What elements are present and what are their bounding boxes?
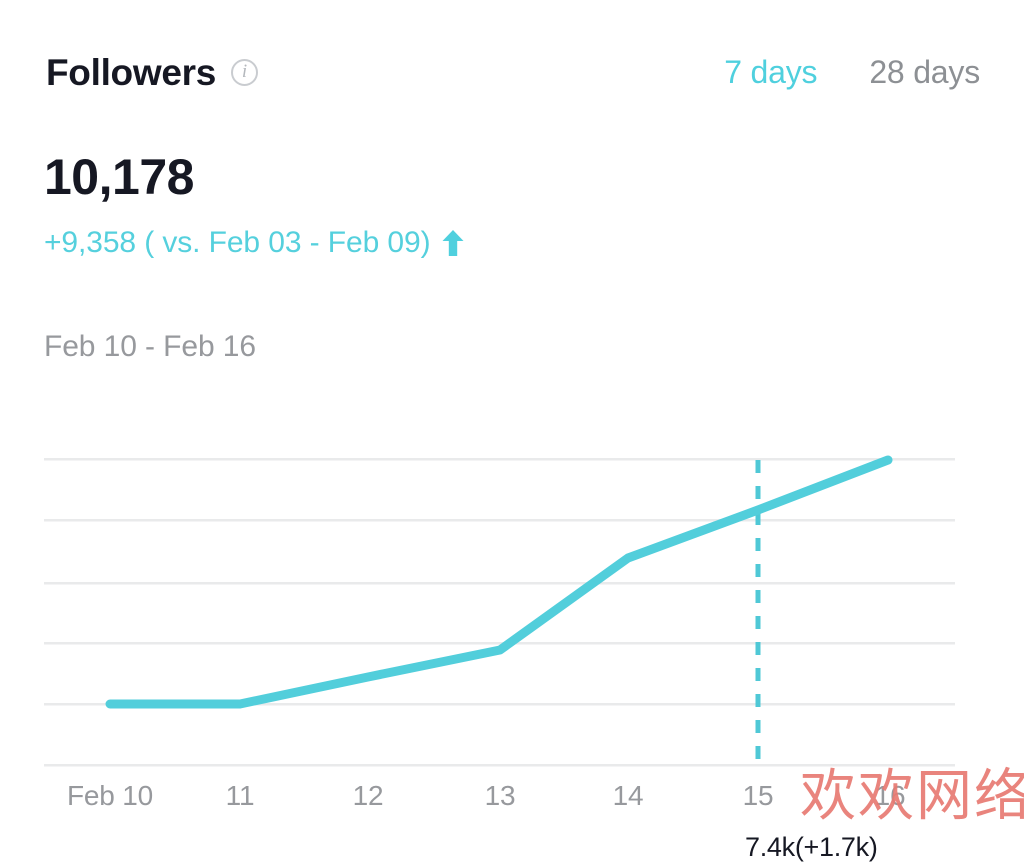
- page-title: Followers: [46, 51, 216, 93]
- followers-analytics-card: Followers i 7 days 28 days 10,178 +9,358…: [0, 0, 1024, 861]
- chart-date-range-label: Feb 10 - Feb 16: [44, 330, 256, 363]
- title-group: Followers i: [46, 54, 258, 91]
- x-tick-label: 12: [352, 780, 384, 811]
- date-range-tabs: 7 days 28 days: [724, 56, 980, 88]
- x-tick-label: 13: [484, 780, 516, 811]
- metric-total-value: 10,178: [44, 149, 194, 205]
- x-tick-label: 14: [612, 780, 644, 811]
- chart-x-axis: Feb 10 11 12 13 14 15 16: [0, 782, 1024, 826]
- info-circle-icon[interactable]: i: [231, 58, 258, 86]
- chart-tooltip-label: 7.4k(+1.7k): [745, 832, 878, 862]
- x-tick-label: 16: [874, 780, 906, 811]
- x-tick-label: 11: [225, 780, 255, 811]
- arrow-up-icon: [442, 230, 464, 256]
- tab-7-days[interactable]: 7 days: [724, 56, 817, 88]
- x-tick-label: 15: [742, 780, 774, 811]
- tab-28-days[interactable]: 28 days: [869, 56, 980, 88]
- card-header: Followers i 7 days 28 days: [0, 44, 1024, 100]
- metric-delta: +9,358 ( vs. Feb 03 - Feb 09): [44, 228, 464, 258]
- chart-gridlines: [44, 457, 955, 767]
- x-tick-label: Feb 10: [67, 780, 153, 811]
- metric-delta-text: +9,358 ( vs. Feb 03 - Feb 09): [44, 226, 431, 259]
